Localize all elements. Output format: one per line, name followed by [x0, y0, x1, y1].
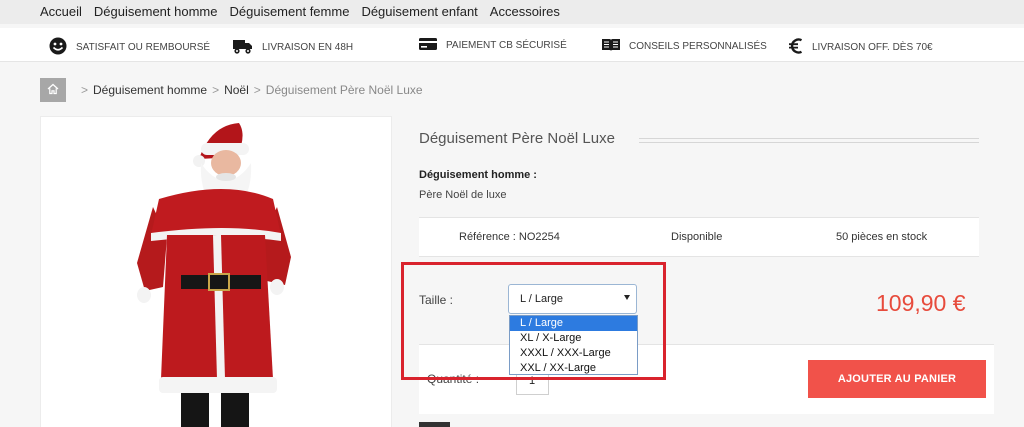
- feature-label: LIVRAISON EN 48H: [262, 42, 354, 53]
- product-price: 109,90 €: [876, 290, 966, 316]
- product-reference: Référence : NO2254: [459, 231, 560, 243]
- feature-livraison-offerte: LIVRAISON OFF. DÈS 70€: [788, 37, 933, 58]
- feature-label: SATISFAIT OU REMBOURSÉ: [76, 42, 211, 53]
- breadcrumb-separator: >: [81, 83, 89, 97]
- delivery-truck-icon: [232, 37, 254, 58]
- feature-label: PAIEMENT CB SÉCURISÉ: [446, 40, 567, 51]
- add-to-cart-button[interactable]: AJOUTER AU PANIER: [808, 360, 986, 398]
- quantity-label: Quantité :: [427, 372, 480, 386]
- breadcrumb-item-homme[interactable]: Déguisement homme: [93, 83, 207, 97]
- nav-item-accueil[interactable]: Accueil: [40, 4, 82, 19]
- size-select-value: L / Large: [520, 293, 564, 305]
- euro-icon: [788, 37, 804, 58]
- feature-paiement: PAIEMENT CB SÉCURISÉ: [418, 37, 567, 54]
- chevron-down-icon: [624, 295, 630, 300]
- title-divider: [639, 138, 979, 139]
- size-option-xxl[interactable]: XXL / XX-Large: [510, 361, 637, 376]
- breadcrumb-separator: >: [253, 83, 261, 97]
- nav-item-deguisement-femme[interactable]: Déguisement femme: [229, 4, 349, 19]
- size-select[interactable]: L / Large: [508, 284, 637, 314]
- product-image[interactable]: [40, 116, 392, 427]
- feature-livraison: LIVRAISON EN 48H: [232, 37, 353, 58]
- product-availability: Disponible: [671, 231, 723, 243]
- credit-card-icon: [418, 37, 438, 54]
- features-bar: SATISFAIT OU REMBOURSÉ LIVRAISON EN 48H …: [0, 28, 1024, 62]
- breadcrumb-current: Déguisement Père Noël Luxe: [265, 83, 423, 97]
- size-label: Taille :: [419, 293, 454, 307]
- product-title-row: Déguisement Père Noël Luxe: [419, 130, 979, 150]
- size-dropdown-list: L / Large XL / X-Large XXXL / XXX-Large …: [509, 315, 638, 375]
- category-description: Père Noël de luxe: [419, 189, 507, 201]
- breadcrumb-item-noel[interactable]: Noël: [224, 83, 249, 97]
- size-option-l[interactable]: L / Large: [510, 316, 637, 331]
- size-option-xl[interactable]: XL / X-Large: [510, 331, 637, 346]
- dark-tab: [419, 422, 450, 427]
- title-divider: [639, 142, 979, 143]
- top-navigation: Accueil Déguisement homme Déguisement fe…: [0, 0, 1024, 24]
- nav-links: Accueil Déguisement homme Déguisement fe…: [40, 4, 572, 19]
- product-stock: 50 pièces en stock: [836, 231, 928, 243]
- feature-satisfait: SATISFAIT OU REMBOURSÉ: [48, 37, 210, 58]
- santa-costume-image: [137, 123, 291, 427]
- feature-label: CONSEILS PERSONNALISÉS: [629, 41, 767, 52]
- breadcrumb: > Déguisement homme > Noël > Déguisement…: [40, 78, 423, 102]
- smiley-icon: [48, 37, 68, 58]
- category-label: Déguisement homme :: [419, 169, 537, 181]
- size-option-xxxl[interactable]: XXXL / XXX-Large: [510, 346, 637, 361]
- nav-item-deguisement-homme[interactable]: Déguisement homme: [94, 4, 218, 19]
- breadcrumb-separator: >: [212, 83, 220, 97]
- home-icon: [47, 83, 59, 98]
- nav-item-deguisement-enfant[interactable]: Déguisement enfant: [361, 4, 477, 19]
- feature-conseils: CONSEILS PERSONNALISÉS: [601, 37, 767, 56]
- home-button[interactable]: [40, 78, 66, 102]
- product-title: Déguisement Père Noël Luxe: [419, 130, 627, 147]
- feature-label: LIVRAISON OFF. DÈS 70€: [812, 42, 933, 53]
- product-info-bar: Référence : NO2254 Disponible 50 pièces …: [419, 217, 979, 257]
- nav-item-accessoires[interactable]: Accessoires: [490, 4, 560, 19]
- open-book-icon: [601, 37, 621, 56]
